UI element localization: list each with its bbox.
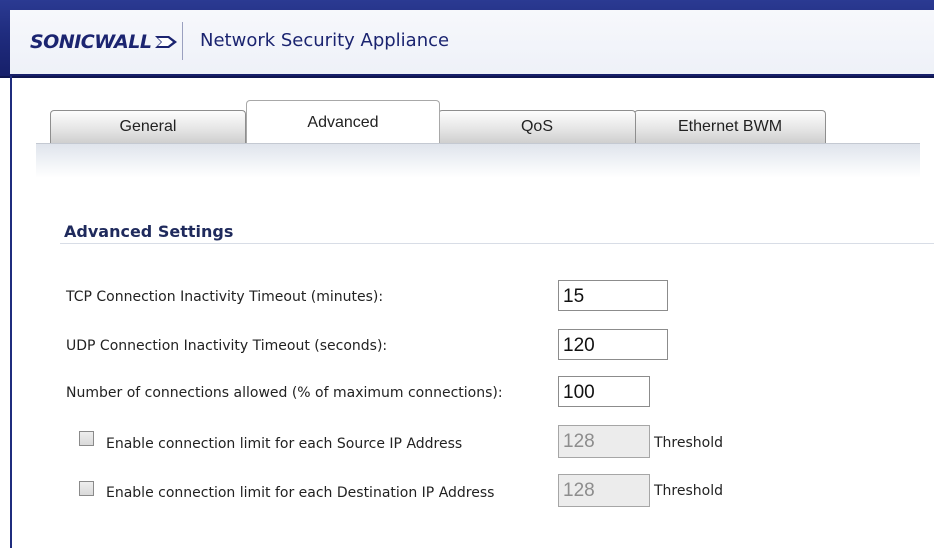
udp-timeout-input[interactable]: 120 bbox=[558, 329, 668, 360]
source-ip-limit-label: Enable connection limit for each Source … bbox=[106, 436, 463, 452]
header-panel: SONICWALL Network Security Appliance bbox=[10, 10, 934, 74]
tab-content-band bbox=[36, 143, 920, 178]
destination-ip-threshold-label: Threshold bbox=[654, 483, 723, 499]
destination-ip-threshold-input[interactable]: 128 bbox=[558, 474, 650, 507]
tcp-timeout-input[interactable]: 15 bbox=[558, 280, 668, 311]
app-title: Network Security Appliance bbox=[200, 30, 450, 51]
logo-text: SONICWALL bbox=[30, 31, 152, 53]
tab-ethernet-bwm[interactable]: Ethernet BWM bbox=[634, 110, 826, 143]
tab-general[interactable]: General bbox=[50, 110, 246, 143]
connections-allowed-input[interactable]: 100 bbox=[558, 376, 650, 407]
destination-ip-limit-label: Enable connection limit for each Destina… bbox=[106, 485, 495, 501]
source-ip-threshold-label: Threshold bbox=[654, 435, 723, 451]
left-border bbox=[10, 76, 12, 548]
section-title: Advanced Settings bbox=[64, 222, 234, 241]
header-divider bbox=[182, 22, 183, 60]
destination-ip-limit-checkbox[interactable] bbox=[79, 481, 94, 496]
logo-arrow-icon bbox=[155, 36, 178, 48]
connections-allowed-label: Number of connections allowed (% of maxi… bbox=[66, 385, 503, 401]
tab-qos[interactable]: QoS bbox=[438, 110, 636, 143]
udp-timeout-label: UDP Connection Inactivity Timeout (secon… bbox=[66, 338, 388, 354]
source-ip-threshold-input[interactable]: 128 bbox=[558, 425, 650, 458]
app-header: SONICWALL Network Security Appliance bbox=[0, 0, 934, 78]
section-divider bbox=[60, 243, 934, 244]
source-ip-limit-checkbox[interactable] bbox=[79, 431, 94, 446]
sonicwall-logo: SONICWALL bbox=[30, 28, 179, 56]
tab-advanced[interactable]: Advanced bbox=[246, 100, 440, 145]
tcp-timeout-label: TCP Connection Inactivity Timeout (minut… bbox=[66, 289, 384, 305]
